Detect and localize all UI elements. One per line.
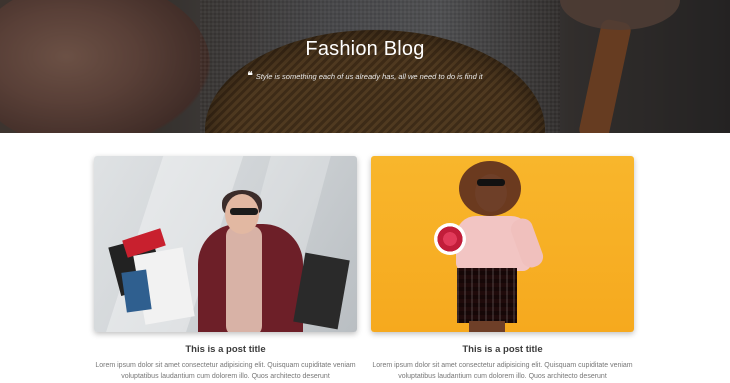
quote-icon: ❝	[247, 71, 253, 82]
figure-sweater	[226, 226, 262, 332]
flower-bouquet-graphic	[434, 223, 466, 255]
hero-quote: ❝ Style is something each of us already h…	[0, 71, 730, 82]
post-title[interactable]: This is a post title	[94, 344, 357, 355]
post-image[interactable]	[94, 156, 357, 332]
post-card[interactable]: This is a post title Lorem ipsum dolor s…	[371, 156, 634, 380]
post-excerpt: Lorem ipsum dolor sit amet consectetur a…	[372, 362, 633, 380]
page-title: Fashion Blog	[305, 38, 425, 60]
hero-overlay	[0, 0, 730, 133]
sunglasses-graphic	[230, 208, 258, 215]
hero-quote-text: Style is something each of us already ha…	[255, 72, 483, 81]
post-excerpt: Lorem ipsum dolor sit amet consectetur a…	[95, 362, 356, 380]
hero-banner: Fashion Blog ❝ Style is something each of…	[0, 0, 730, 133]
skirt-plaid	[457, 268, 517, 323]
shopping-bag	[121, 269, 152, 313]
post-image[interactable]	[371, 156, 634, 332]
post-card[interactable]: This is a post title Lorem ipsum dolor s…	[94, 156, 357, 380]
post-title[interactable]: This is a post title	[371, 344, 634, 355]
sunglasses-graphic	[477, 179, 505, 186]
figure-legs	[469, 321, 505, 332]
